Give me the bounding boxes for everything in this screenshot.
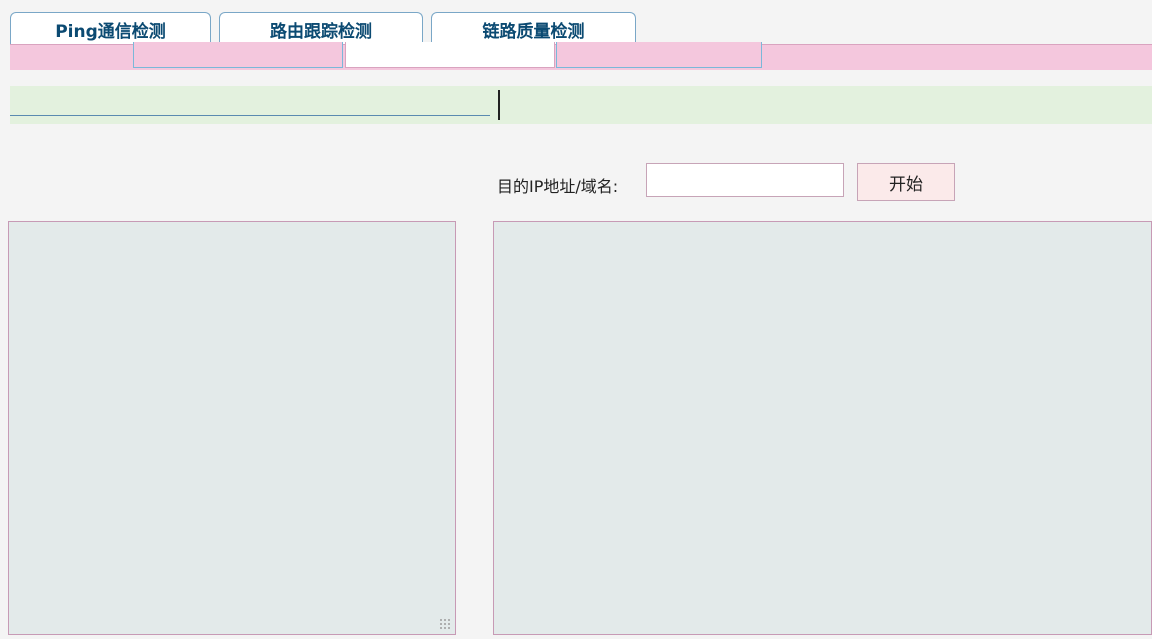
- target-address-label: 目的IP地址/域名:: [497, 177, 619, 196]
- target-address-input[interactable]: [646, 163, 844, 197]
- subtab-segment: [133, 42, 343, 68]
- right-message-line: [498, 94, 1152, 116]
- tab-traceroute[interactable]: 路由跟踪检测: [219, 12, 423, 46]
- left-message-line: [10, 94, 490, 116]
- result-textarea-left[interactable]: [8, 221, 456, 635]
- result-panel-right[interactable]: [493, 221, 1152, 635]
- tab-link-quality[interactable]: 链路质量检测: [431, 12, 636, 46]
- tab-ping[interactable]: Ping通信检测: [10, 12, 211, 46]
- subtab-segment: [556, 42, 762, 68]
- subtab-segment-active: [345, 42, 555, 68]
- resize-grip-icon[interactable]: [439, 618, 451, 630]
- message-band: [10, 86, 1152, 124]
- subtab-band: [10, 42, 1152, 70]
- tab-bar: Ping通信检测 路由跟踪检测 链路质量检测: [0, 0, 1152, 46]
- start-button[interactable]: 开始: [857, 163, 955, 201]
